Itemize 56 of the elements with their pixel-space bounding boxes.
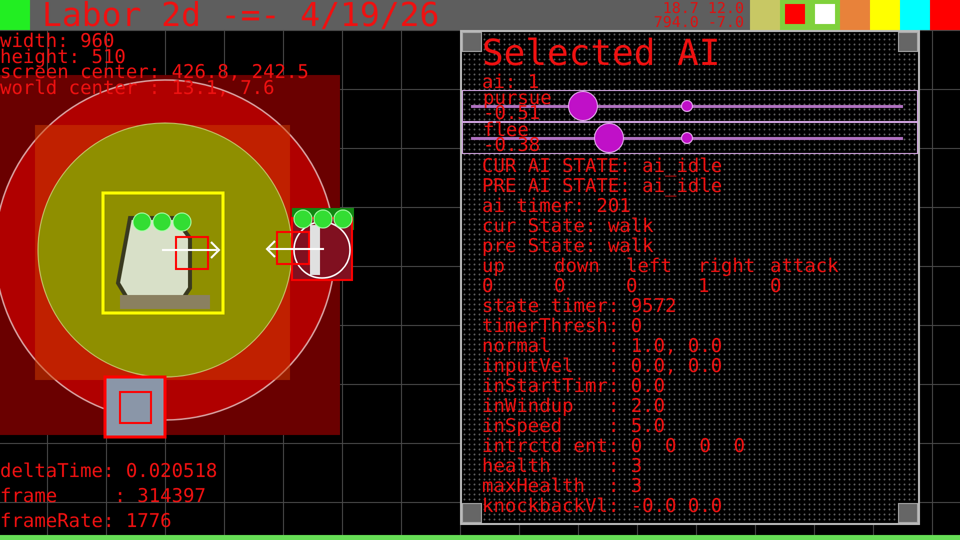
- palette-swatch[interactable]: [870, 0, 900, 30]
- input-header: left: [626, 255, 672, 277]
- palette-swatch[interactable]: [840, 0, 870, 30]
- panel-text: inStartTimr: 0.0: [482, 376, 666, 396]
- slider-thumb[interactable]: [568, 91, 598, 121]
- slider-label: pursue: [483, 91, 552, 106]
- status-square: [0, 0, 30, 30]
- slider-center-marker: [681, 100, 693, 112]
- input-value: 0: [554, 275, 566, 297]
- panel-text: pre State: walk: [482, 236, 654, 256]
- cursor-readout: 794.0 -7.0: [654, 15, 744, 29]
- panel-text: inWindup : 2.0: [482, 396, 666, 416]
- panel-text: intrctd ent: 0 0 0 0: [482, 436, 746, 456]
- ai-id: ai: 1: [482, 74, 540, 90]
- panel-corner-handle[interactable]: [898, 503, 918, 523]
- input-value: 0: [626, 275, 638, 297]
- slider-center-marker: [681, 132, 693, 144]
- input-header: down: [554, 255, 600, 277]
- slider-reading: -0.51: [483, 106, 540, 121]
- debug-text: height: 510: [0, 50, 126, 65]
- input-value: 1: [698, 275, 710, 297]
- panel-title: Selected AI: [482, 34, 720, 74]
- slider-reading: -0.38: [483, 138, 540, 153]
- panel-text: health : 3: [482, 456, 642, 476]
- panel-corner-handle[interactable]: [898, 32, 918, 52]
- panel-text: cur State: walk: [482, 216, 654, 236]
- debug-text: width: 960: [0, 34, 114, 50]
- panel-corner-handle[interactable]: [462, 32, 482, 52]
- panel-text: CUR AI STATE: ai_idle: [482, 156, 722, 176]
- panel-corner-handle[interactable]: [462, 503, 482, 523]
- panel-text: maxHealth : 3: [482, 476, 642, 496]
- secondary-color-swatch[interactable]: [815, 4, 835, 24]
- input-value: 0: [770, 275, 782, 297]
- primary-color-swatch[interactable]: [785, 4, 805, 24]
- frame-stat: frame : 314397: [0, 484, 206, 509]
- panel-text: ai timer: 201: [482, 196, 631, 216]
- frame-stat: frameRate: 1776: [0, 509, 172, 534]
- panel-text: inSpeed : 5.0: [482, 416, 666, 436]
- palette-swatch[interactable]: [930, 0, 960, 30]
- input-header: right: [698, 255, 756, 277]
- panel-text: state timer: 9572: [482, 296, 676, 316]
- panel-text: knockbackVl: -0.0 0.0: [482, 496, 722, 516]
- input-header: up: [482, 255, 505, 277]
- panel-text: PRE AI STATE: ai_idle: [482, 176, 722, 196]
- panel-text: timerThresh: 0: [482, 316, 642, 336]
- cursor-readout: 18.7 12.0: [662, 1, 744, 15]
- input-header: attack: [770, 255, 839, 277]
- panel-text: normal : 1.0, 0.0: [482, 336, 722, 356]
- input-value: 0: [482, 275, 494, 297]
- panel-text: inputVel : 0.0, 0.0: [482, 356, 722, 376]
- window-title: Labor 2d -=- 4/19/26: [42, 0, 440, 30]
- palette-swatch[interactable]: [750, 0, 780, 30]
- slider-label: flee: [483, 123, 529, 138]
- palette-swatch[interactable]: [900, 0, 930, 30]
- slider-thumb[interactable]: [594, 123, 624, 153]
- frame-stat: deltaTime: 0.020518: [0, 459, 218, 484]
